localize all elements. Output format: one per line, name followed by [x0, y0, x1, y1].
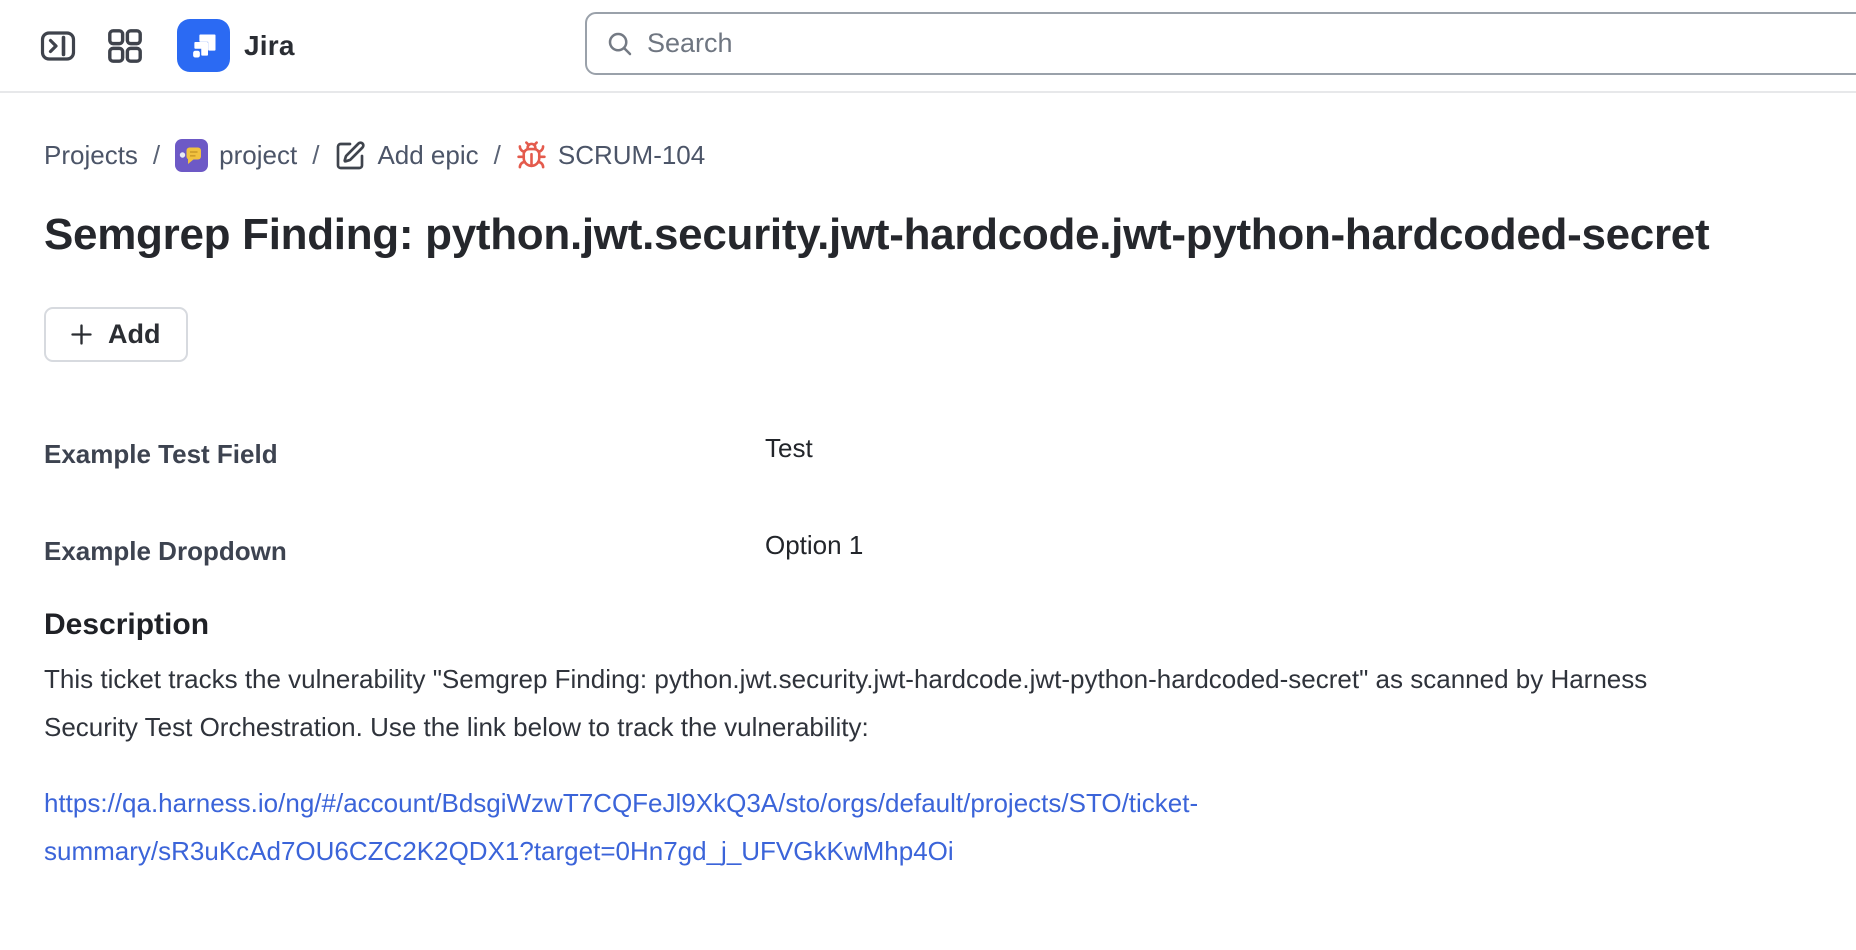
field-value[interactable]: Option 1: [765, 529, 1856, 561]
breadcrumb-separator: /: [494, 140, 501, 171]
app-switcher-button[interactable]: [106, 27, 144, 65]
sidebar-toggle-button[interactable]: [38, 26, 78, 66]
breadcrumb-separator: /: [153, 140, 160, 171]
search-box[interactable]: [585, 12, 1856, 75]
expand-sidebar-icon: [38, 26, 78, 66]
field-label: Example Dropdown: [44, 535, 765, 567]
breadcrumb-project[interactable]: project: [175, 139, 297, 172]
breadcrumb-separator: /: [312, 140, 319, 171]
field-value[interactable]: Test: [765, 432, 1856, 464]
app-name: Jira: [244, 30, 295, 62]
issue-title: Semgrep Finding: python.jwt.security.jwt…: [44, 206, 1744, 263]
add-button-label: Add: [108, 319, 160, 350]
breadcrumb-project-label: project: [219, 140, 297, 171]
edit-pencil-icon: [334, 140, 366, 172]
jira-logo-icon: [177, 19, 230, 72]
plus-icon: [68, 321, 95, 348]
description-heading: Description: [44, 607, 1856, 643]
field-row: Example Dropdown Option 1: [44, 535, 1856, 567]
project-avatar-icon: [175, 139, 208, 172]
top-nav: Jira: [0, 0, 1856, 93]
jira-brand[interactable]: Jira: [177, 19, 295, 72]
description-text: This ticket tracks the vulnerability "Se…: [44, 655, 1654, 751]
add-button[interactable]: Add: [44, 307, 188, 362]
breadcrumb: Projects / project / Add: [44, 139, 1856, 172]
breadcrumb-projects[interactable]: Projects: [44, 140, 138, 171]
field-row: Example Test Field Test: [44, 438, 1856, 470]
issue-content: Projects / project / Add: [0, 139, 1856, 875]
bug-icon: [516, 140, 547, 171]
search-input[interactable]: [647, 14, 1856, 73]
breadcrumb-issue-key[interactable]: SCRUM-104: [516, 140, 705, 171]
vulnerability-link[interactable]: https://qa.harness.io/ng/#/account/Bdsgi…: [44, 779, 1654, 875]
field-label: Example Test Field: [44, 438, 765, 470]
app-grid-icon: [106, 27, 144, 65]
breadcrumb-issue-key-label: SCRUM-104: [558, 140, 705, 171]
breadcrumb-add-epic[interactable]: Add epic: [334, 140, 478, 172]
custom-fields: Example Test Field Test Example Dropdown…: [44, 438, 1856, 567]
breadcrumb-add-epic-label: Add epic: [377, 140, 478, 171]
search-icon: [605, 29, 635, 59]
